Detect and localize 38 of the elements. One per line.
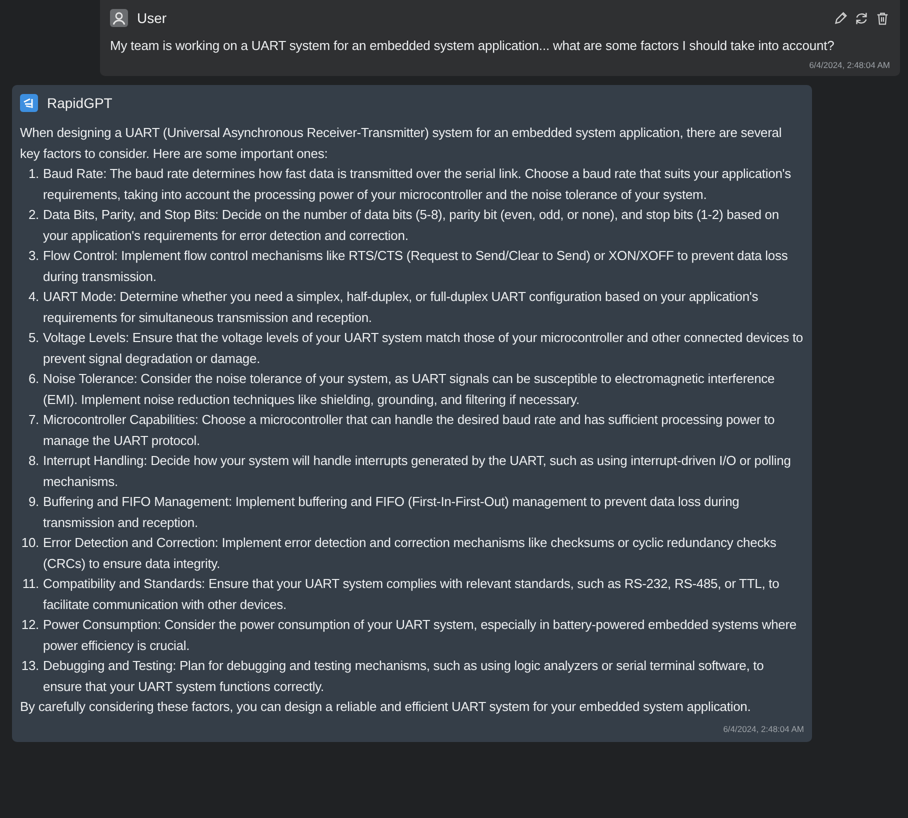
list-item-text: UART Mode: Determine whether you need a simplex, half-duplex, or full-duplex UART configuration based on your application's requirements for simultaneous transmission and reception.	[42, 288, 760, 327]
edit-icon[interactable]	[833, 10, 848, 26]
list-number: 10.	[20, 534, 39, 552]
list-number: 3.	[27, 247, 39, 265]
message-text: My team is working on a UART system for an embedded system application... what are some factors I should take into account?	[110, 37, 836, 55]
list-number: 12.	[20, 616, 39, 634]
author-name: RapidGPT	[47, 95, 112, 111]
list-item-text: Interrupt Handling: Decide how your system will handle interrupts generated by the UART, such as using interrupt-driven I/O or polling mechanisms.	[42, 452, 792, 490]
list-item-text: Buffering and FIFO Management: Implement buffering and FIFO (First-In-First-Out) management to prevent data loss during transmission and reception.	[42, 493, 740, 532]
list-item-text: Microcontroller Capabilities: Choose a microcontroller that can handle the desired baud rate and has sufficient processing power to manage the UART protocol.	[42, 411, 776, 450]
list-number: 7.	[27, 411, 39, 429]
user-avatar-icon	[110, 9, 128, 27]
list-item-text: Flow Control: Implement flow control mechanisms like RTS/CTS (Request to Send/Clear to Send) or XON/XOFF to prevent data loss during transmission.	[42, 247, 789, 286]
author-name: User	[137, 10, 167, 26]
list-number: 9.	[27, 493, 39, 511]
delete-icon[interactable]	[875, 10, 890, 26]
list-number: 2.	[27, 206, 39, 224]
list-number: 8.	[27, 452, 39, 470]
timestamp: 6/4/2024, 2:48:04 AM	[808, 60, 890, 70]
list-item-text: Compatibility and Standards: Ensure that your UART system complies with relevant standards, such as RS-232, RS-485, or TTL, to facilitate communication with other devices.	[42, 575, 780, 614]
list-item-text: Debugging and Testing: Plan for debugging and testing mechanisms, such as using logic analyzers or serial terminal software, to ensure that your UART system functions correctly.	[42, 657, 765, 696]
bot-logo-icon	[20, 94, 38, 112]
timestamp: 6/4/2024, 2:48:04 AM	[722, 724, 804, 734]
list-item-text: Noise Tolerance: Consider the noise tolerance of your system, as UART signals can be susceptible to electromagnetic interference (EMI). Implement noise reduction techniques like shielding, grounding, and filtering if necessary.	[42, 370, 776, 409]
list-number: 6.	[27, 370, 39, 388]
list-number: 4.	[27, 288, 39, 306]
message-text: By carefully considering these factors, you can design a reliable and efficient UART system for your embedded system application.	[20, 698, 752, 716]
refresh-icon[interactable]	[854, 10, 869, 26]
list-item-text: Error Detection and Correction: Implement error detection and correction mechanisms like checksums or cyclic redundancy checks (CRCs) to ensure data integrity.	[42, 534, 778, 573]
list-item-text: Voltage Levels: Ensure that the voltage levels of your UART system match those of your microcontroller and other connected devices to prevent signal degradation or damage.	[42, 329, 804, 368]
list-number: 13.	[20, 657, 39, 675]
list-item-text: Data Bits, Parity, and Stop Bits: Decide on the number of data bits (5-8), parity bit (even, odd, or none), and stop bits (1-2) based on your application's requirements for error detection and correction.	[42, 206, 780, 245]
list-item-text: Power Consumption: Consider the power consumption of your UART system, especially in battery-powered embedded systems where power efficiency is crucial.	[42, 616, 798, 655]
list-number: 5.	[27, 329, 39, 347]
list-item-text: Baud Rate: The baud rate determines how fast data is transmitted over the serial link. Choose a baud rate that suits your application's requirements, taking into account the processing power of your microcontroller and the noise tolerance of your system.	[42, 165, 792, 204]
list-number: 11.	[21, 575, 39, 593]
list-number: 1.	[27, 165, 39, 183]
message-text: When designing a UART (Universal Asynchronous Receiver-Transmitter) system for an embedded system application, there are several key factors to consider. Here are some important ones:	[20, 124, 783, 163]
